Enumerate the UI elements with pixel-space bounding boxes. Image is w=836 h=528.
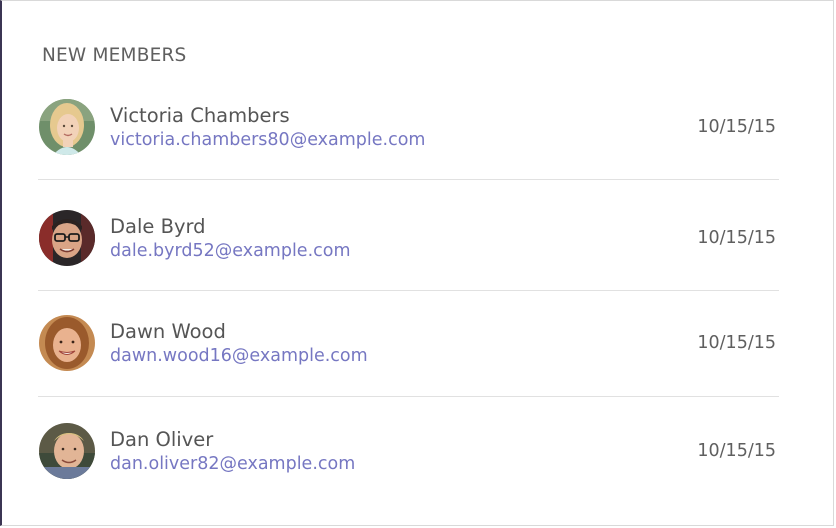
- avatar[interactable]: [39, 315, 95, 371]
- member-name: Dan Oliver: [110, 428, 214, 451]
- member-join-date: 10/15/15: [697, 228, 776, 248]
- member-name: Victoria Chambers: [110, 104, 290, 127]
- member-join-date: 10/15/15: [697, 333, 776, 353]
- member-row[interactable]: Victoria Chambers victoria.chambers80@ex…: [38, 73, 779, 180]
- section-title: NEW MEMBERS: [42, 45, 187, 66]
- avatar[interactable]: [39, 210, 95, 266]
- member-join-date: 10/15/15: [697, 117, 776, 137]
- avatar[interactable]: [39, 423, 95, 479]
- member-row[interactable]: Dawn Wood dawn.wood16@example.com 10/15/…: [38, 291, 779, 397]
- member-list: Victoria Chambers victoria.chambers80@ex…: [38, 73, 779, 505]
- man-glasses-avatar-icon: [39, 210, 95, 266]
- member-row[interactable]: Dale Byrd dale.byrd52@example.com 10/15/…: [38, 180, 779, 291]
- member-join-date: 10/15/15: [697, 441, 776, 461]
- member-email-link[interactable]: dawn.wood16@example.com: [110, 346, 368, 366]
- new-members-card: NEW MEMBERS Victoria Chambers victoria.c…: [0, 0, 834, 526]
- woman-brunette-avatar-icon: [39, 315, 95, 371]
- woman-blonde-avatar-icon: [39, 99, 95, 155]
- member-email-link[interactable]: victoria.chambers80@example.com: [110, 130, 425, 150]
- member-email-link[interactable]: dale.byrd52@example.com: [110, 241, 351, 261]
- man-blond-avatar-icon: [39, 423, 95, 479]
- member-name: Dale Byrd: [110, 215, 206, 238]
- member-name: Dawn Wood: [110, 320, 226, 343]
- member-email-link[interactable]: dan.oliver82@example.com: [110, 454, 355, 474]
- avatar[interactable]: [39, 99, 95, 155]
- member-row[interactable]: Dan Oliver dan.oliver82@example.com 10/1…: [38, 397, 779, 505]
